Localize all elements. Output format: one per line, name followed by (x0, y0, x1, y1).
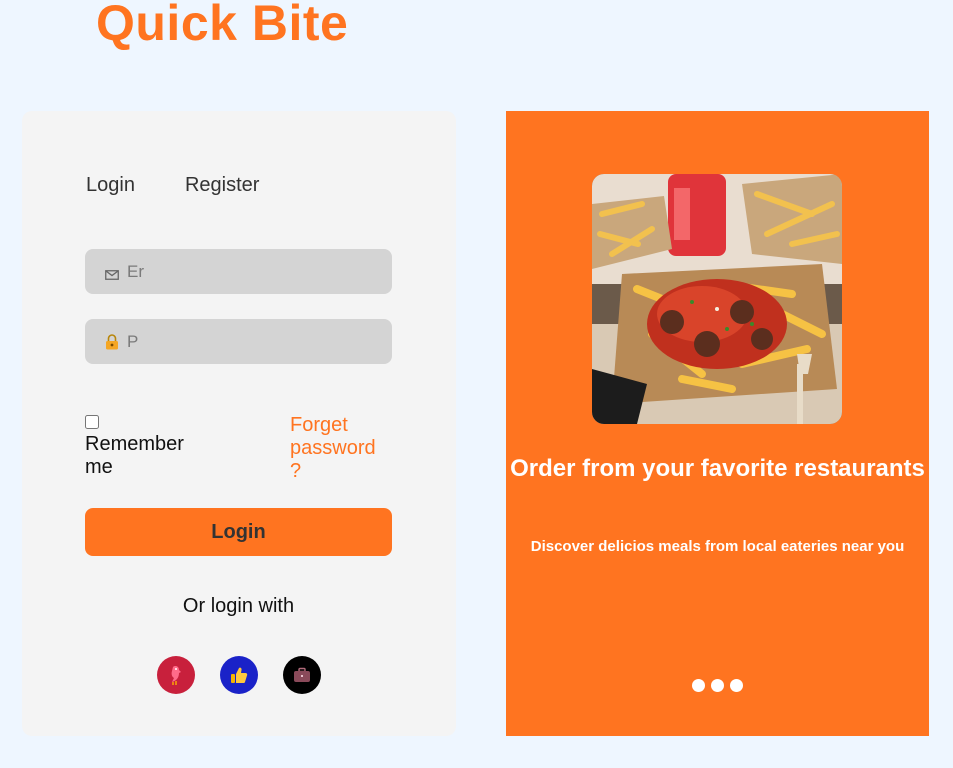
tab-register[interactable]: Register (185, 174, 259, 197)
social-login-thumbs-up-button[interactable] (220, 656, 258, 694)
promo-title: Order from your favorite restaurants (510, 455, 925, 482)
promo-panel: Order from your favorite restaurants Dis… (506, 111, 929, 736)
or-login-with-text: Or login with (182, 595, 295, 617)
lock-icon (105, 333, 119, 350)
login-button[interactable]: Login (85, 508, 392, 556)
food-image (592, 174, 842, 424)
briefcase-icon (294, 667, 310, 682)
tab-login[interactable]: Login (86, 174, 135, 197)
mail-icon (105, 267, 119, 280)
brand-logo: Quick Bite (96, 0, 349, 51)
remember-label: Remember me (85, 433, 184, 478)
password-field (85, 319, 392, 364)
social-login-group (157, 656, 321, 694)
carousel-dot-3[interactable] (730, 679, 743, 692)
promo-subtitle: Discover delicios meals from local eater… (530, 538, 905, 555)
thumbs-up-icon (231, 667, 248, 683)
social-login-briefcase-button[interactable] (283, 656, 321, 694)
remember-checkbox[interactable] (85, 415, 99, 429)
email-input[interactable] (125, 260, 369, 283)
password-input[interactable] (125, 330, 369, 353)
remember-me: Remember me (85, 415, 215, 479)
carousel-dot-1[interactable] (692, 679, 705, 692)
carousel-dots (692, 679, 743, 692)
carousel-dot-2[interactable] (711, 679, 724, 692)
social-login-bird-button[interactable] (157, 656, 195, 694)
email-field (85, 249, 392, 294)
bird-icon (171, 666, 181, 685)
auth-tabs: Login Register (86, 174, 259, 197)
forgot-password-link[interactable]: Forget password ? (290, 414, 390, 483)
